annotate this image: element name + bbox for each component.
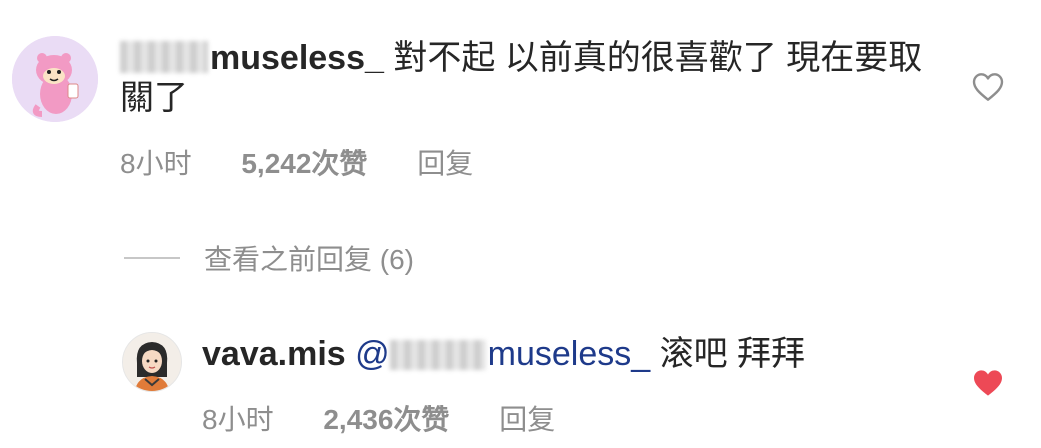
heart-filled-icon[interactable] [972,368,1004,398]
illustrated-girl-avatar-icon [123,333,181,391]
comment-likes[interactable]: 5,242次赞 [241,148,367,179]
comment-body: museless_ 對不起 以前真的很喜歡了 現在要取關了 [120,38,950,118]
reply-username[interactable]: vava.mis [202,335,346,373]
reply-mention[interactable]: @ museless_ [355,335,650,373]
mention-username: museless_ [487,335,651,373]
heart-outline-icon[interactable] [972,72,1004,102]
reply-likes[interactable]: 2,436次赞 [323,404,449,435]
pink-dinosaur-avatar-icon [12,36,98,122]
view-previous-replies-link[interactable]: 查看之前回复 (6) [204,238,414,278]
reply-reply-button[interactable]: 回复 [499,404,555,435]
redacted-username-blur [120,41,208,73]
commenter-username[interactable]: museless_ [210,39,384,77]
commenter-avatar[interactable] [12,36,98,122]
reply-body: vava.mis @ museless_ 滚吧 拜拜 [202,334,805,374]
redacted-mention-blur [389,340,486,370]
comment-reply-button[interactable]: 回复 [417,148,473,179]
view-replies-divider [124,257,180,259]
mention-at: @ [355,335,390,373]
reply-time: 8小时 [202,404,274,435]
comment-meta: 8小时 5,242次赞 回复 [120,142,515,182]
reply-avatar[interactable] [122,332,182,392]
comment-time: 8小时 [120,148,192,179]
reply-text: 滚吧 拜拜 [659,335,806,373]
reply-meta: 8小时 2,436次赞 回复 [202,398,597,438]
